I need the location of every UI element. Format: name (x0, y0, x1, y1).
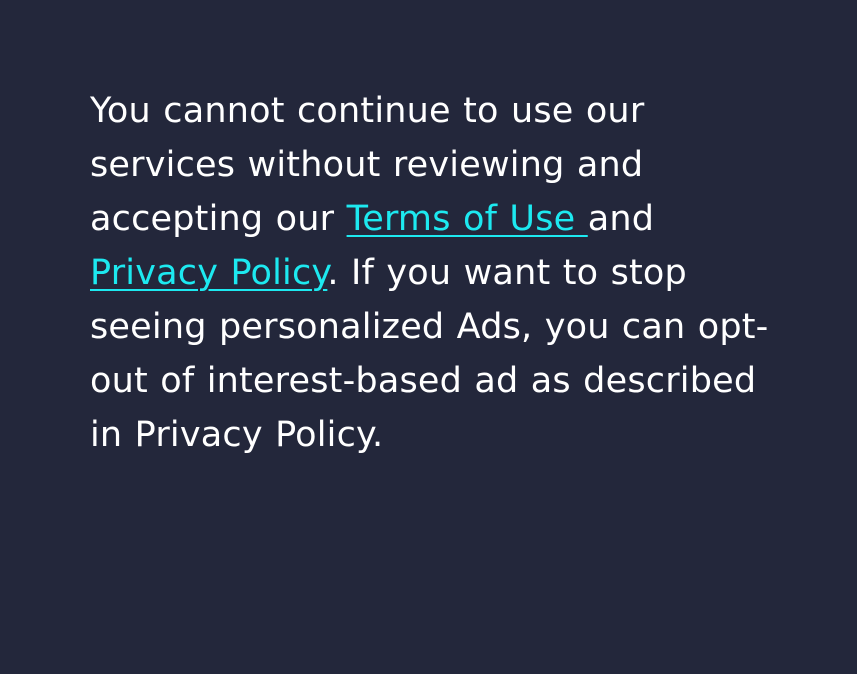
notice-text-and: and (587, 199, 655, 239)
terms-notice-message: You cannot continue to use our services … (90, 84, 790, 462)
privacy-policy-link[interactable]: Privacy Policy (90, 253, 327, 293)
terms-of-use-link[interactable]: Terms of Use (347, 199, 588, 239)
terms-notice-panel: You cannot continue to use our services … (0, 0, 857, 674)
